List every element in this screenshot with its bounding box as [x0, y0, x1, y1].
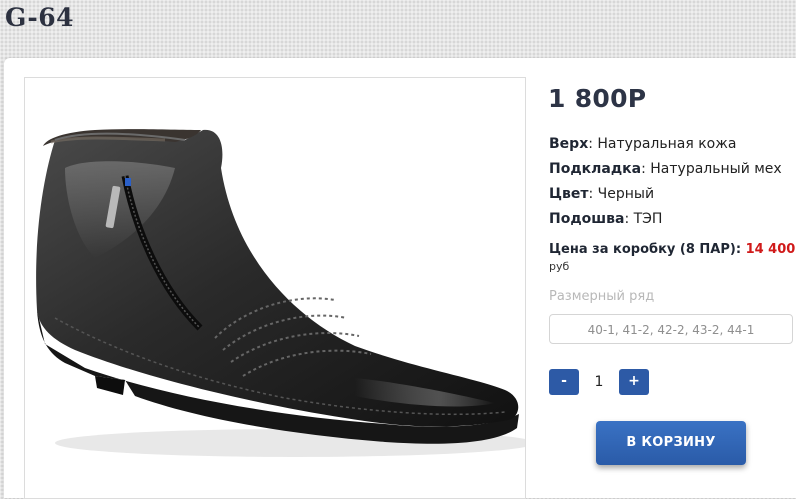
add-to-cart-button[interactable]: В КОРЗИНУ: [596, 421, 746, 465]
spec-value: Черный: [597, 186, 655, 202]
spec-value: Натуральная кожа: [597, 136, 737, 152]
product-image[interactable]: [24, 77, 526, 499]
box-price-value: 14 400: [745, 242, 796, 257]
boot-photo-icon: [36, 129, 525, 457]
spec-lining: Подкладка: Натуральный мех: [549, 161, 782, 177]
spec-label: Верх: [549, 136, 589, 152]
box-price-label: Цена за коробку (8 ПАР):: [549, 242, 742, 257]
quantity-decrease-button[interactable]: -: [549, 369, 579, 395]
spec-upper: Верх: Натуральная кожа: [549, 136, 737, 152]
size-range-field[interactable]: 40-1, 41-2, 42-2, 43-2, 44-1: [549, 314, 793, 344]
spec-value: Натуральный мех: [650, 161, 782, 177]
spec-value: ТЭП: [633, 211, 663, 227]
quantity-input[interactable]: 1: [581, 369, 617, 395]
quantity-increase-button[interactable]: +: [619, 369, 649, 395]
spec-sole: Подошва: ТЭП: [549, 211, 663, 227]
spec-label: Цвет: [549, 186, 589, 202]
box-price-unit: руб: [549, 260, 570, 273]
product-specs: Верх: Натуральная кожа Подкладка: Натура…: [549, 136, 782, 236]
box-price: Цена за коробку (8 ПАР): 14 400: [549, 242, 795, 257]
size-range-label: Размерный ряд: [549, 289, 655, 304]
spec-label: Подкладка: [549, 161, 642, 177]
product-price: 1 800Р: [548, 84, 647, 113]
spec-label: Подошва: [549, 211, 625, 227]
page-title: G-64: [5, 3, 74, 32]
spec-color: Цвет: Черный: [549, 186, 655, 202]
